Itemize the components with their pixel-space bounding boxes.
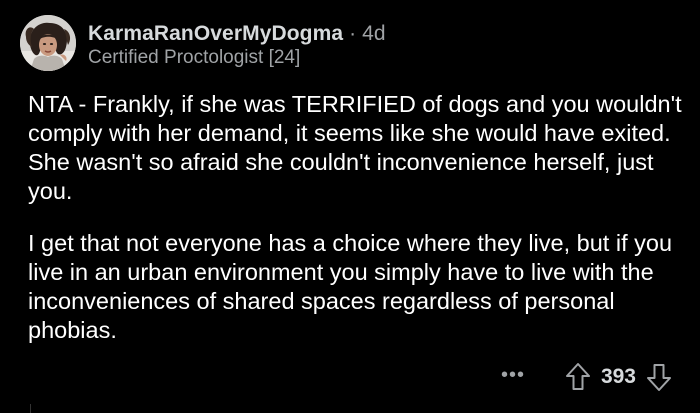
comment-paragraph-1: NTA - Frankly, if she was TERRIFIED of d… [28, 91, 682, 204]
comment-actions: ••• 393 [501, 360, 672, 394]
user-flair: Certified Proctologist [24] [88, 47, 301, 68]
comment-paragraph-2: I get that not everyone has a choice whe… [28, 230, 673, 343]
downvote-arrow-icon[interactable] [646, 362, 672, 392]
upvote-arrow-icon[interactable] [565, 362, 591, 392]
comment-body: NTA - Frankly, if she was TERRIFIED of d… [28, 90, 688, 345]
comment-author[interactable]: KarmaRanOverMyDogma · 4d [88, 22, 386, 46]
more-options-icon[interactable]: ••• [501, 365, 525, 385]
thread-line [30, 404, 31, 413]
comment-age: 4d [362, 22, 386, 45]
vote-score: 393 [600, 365, 636, 388]
author-name[interactable]: KarmaRanOverMyDogma [88, 22, 343, 45]
meta-separator: · [349, 22, 357, 45]
comment: KarmaRanOverMyDogma · 4d Certified Proct… [0, 0, 700, 413]
user-avatar[interactable] [20, 15, 76, 71]
avatar-image [20, 15, 76, 71]
